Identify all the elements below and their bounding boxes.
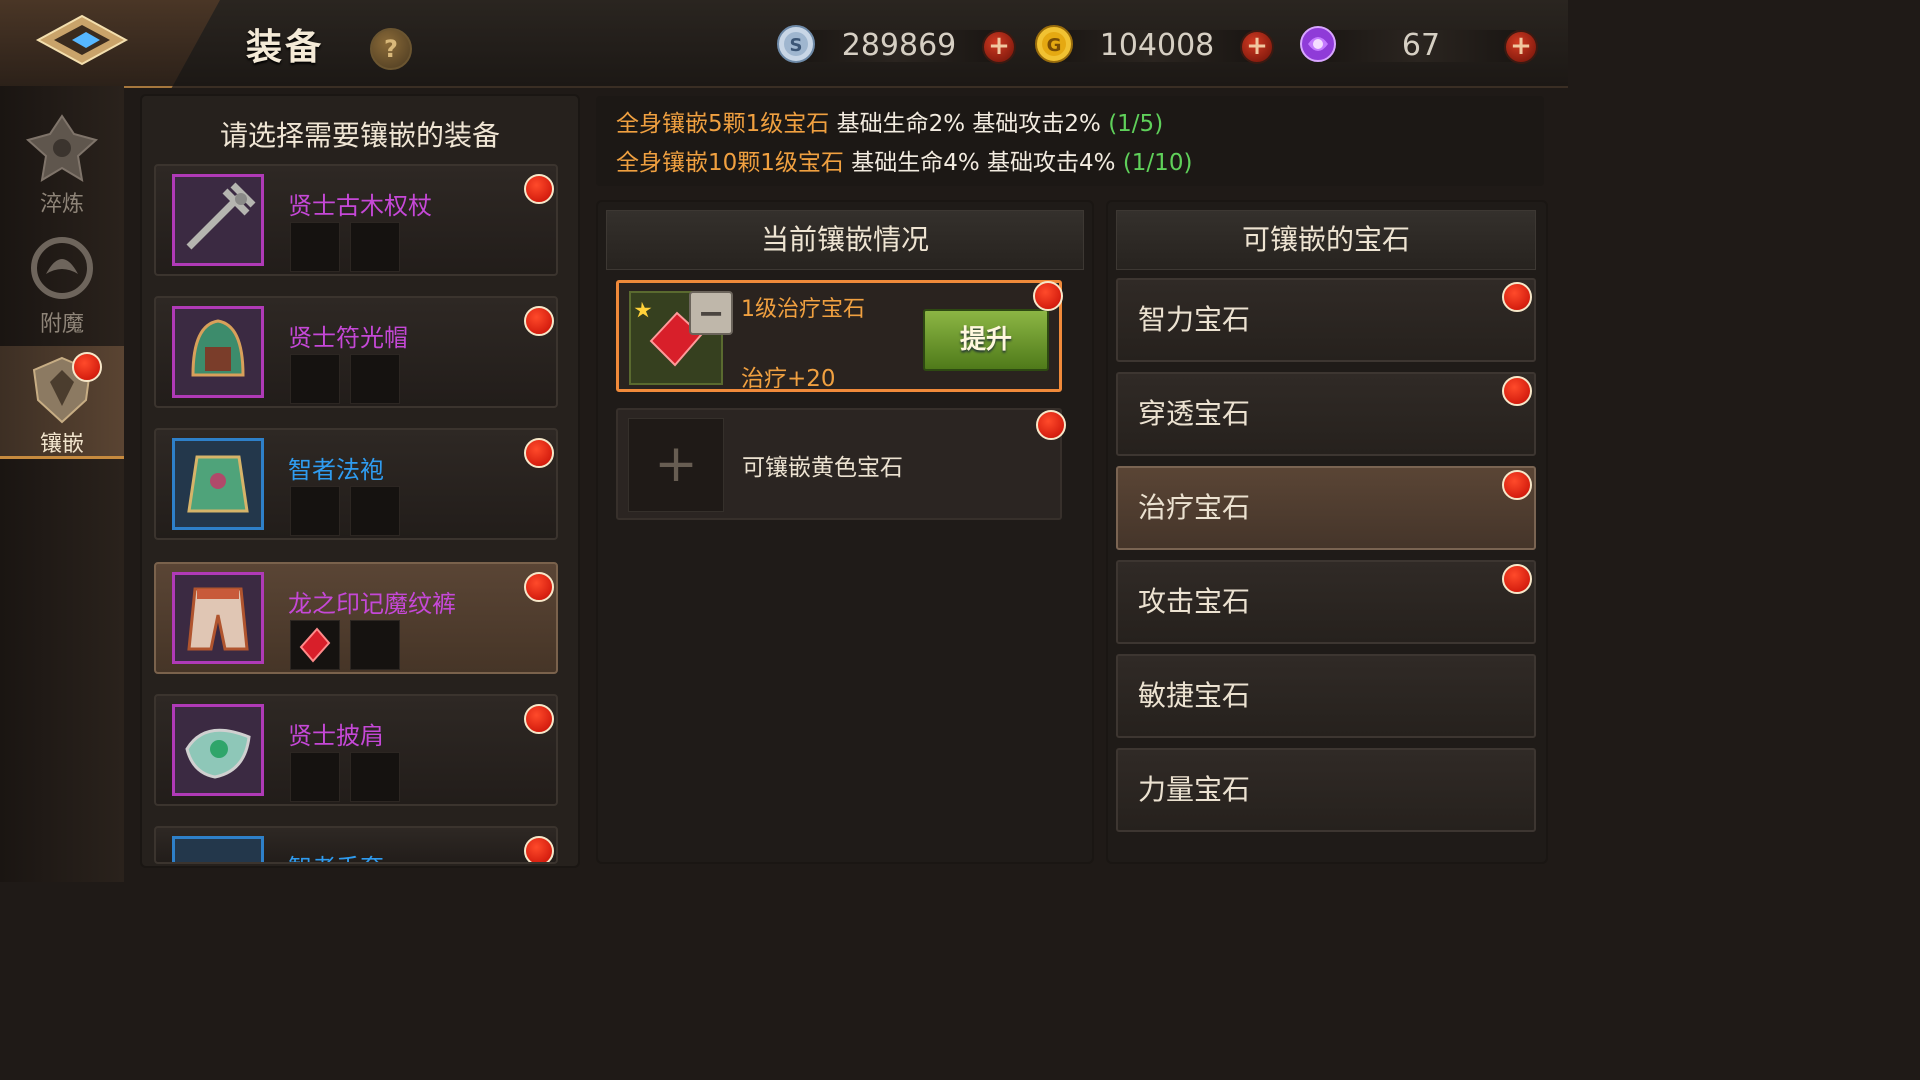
equipment-item-gloves[interactable]: 智者手套 [154, 826, 558, 864]
gold-add-button[interactable]: + [1240, 30, 1274, 64]
svg-text:G: G [1047, 35, 1062, 56]
gem-slot-filled [290, 620, 340, 670]
bonus-line-1: 全身镶嵌5颗1级宝石 基础生命2% 基础攻击2% (1/5) [616, 111, 1164, 137]
top-bar: 装备 ? S 289869 + G 104008 + 67 + [0, 0, 1568, 88]
inlaid-gem-card[interactable]: − 1级治疗宝石 治疗+20 提升 [616, 280, 1063, 392]
equipment-panel-title: 请选择需要镶嵌的装备 [219, 119, 500, 152]
pants-icon [172, 572, 264, 664]
refine-emblem-icon [25, 114, 99, 182]
notification-dot [524, 174, 554, 204]
gold-value: 104008 [1099, 28, 1215, 63]
notification-dot [1036, 410, 1066, 440]
help-button[interactable]: ? [370, 28, 412, 70]
sidebar-label-enchant: 附魔 [39, 312, 84, 337]
gem-slot [350, 354, 400, 404]
notification-dot [1502, 282, 1532, 312]
notification-dot [1033, 281, 1063, 311]
empty-gem-slot-card[interactable]: + 可镶嵌黄色宝石 [616, 408, 1066, 520]
equipment-item-pants[interactable]: 龙之印记魔纹裤 [154, 562, 558, 674]
notification-dot [524, 572, 554, 602]
available-gems-header: 可镶嵌的宝石 [1116, 210, 1536, 270]
page-title: 装备 [246, 27, 325, 68]
red-gem-icon [299, 627, 331, 663]
enchant-dragon-icon [31, 237, 93, 299]
svg-text:S: S [790, 35, 803, 56]
gem-type-healing[interactable]: 治疗宝石 [1116, 466, 1536, 550]
set-bonus-info: 全身镶嵌5颗1级宝石 基础生命2% 基础攻击2% (1/5) 全身镶嵌10颗1级… [596, 96, 1544, 186]
gem-slot [290, 222, 340, 272]
gem-type-penetration[interactable]: 穿透宝石 [1116, 372, 1536, 456]
sidebar: 淬炼 附魔 镶嵌 [0, 86, 124, 882]
sidebar-label-inlay: 镶嵌 [39, 432, 84, 457]
gem-slot [290, 752, 340, 802]
purple-gem-icon [1300, 26, 1336, 62]
available-gems-panel: 可镶嵌的宝石 智力宝石 穿透宝石 治疗宝石 攻击宝石 敏捷宝石 力量宝石 [1106, 200, 1548, 864]
equipment-name: 智者手套 [288, 848, 384, 862]
equipment-name: 贤士符光帽 [288, 324, 408, 352]
sidebar-item-refine[interactable]: 淬炼 [0, 106, 124, 226]
gem-slot [350, 222, 400, 272]
current-inlay-panel: 当前镶嵌情况 − 1级治疗宝石 治疗+20 提升 + 可镶嵌黄色宝石 [596, 200, 1094, 864]
equipment-item-robe[interactable]: 智者法袍 [154, 428, 558, 540]
gem-slot [290, 486, 340, 536]
equipment-item-hat[interactable]: 贤士符光帽 [154, 296, 558, 408]
notification-dot [524, 438, 554, 468]
gem-type-agility[interactable]: 敏捷宝石 [1116, 654, 1536, 738]
bonus-line-2: 全身镶嵌10颗1级宝石 基础生命4% 基础攻击4% (1/10) [616, 150, 1193, 176]
silver-currency: S 289869 + [776, 24, 1018, 68]
notification-dot [1502, 376, 1532, 406]
gem-slot [350, 752, 400, 802]
gem-type-intelligence[interactable]: 智力宝石 [1116, 278, 1536, 362]
empty-slot-label: 可镶嵌黄色宝石 [742, 455, 903, 481]
gem-slot [350, 486, 400, 536]
back-button-area [0, 0, 220, 88]
equipment-item-shoulder[interactable]: 贤士披肩 [154, 694, 558, 806]
gem-slot [290, 354, 340, 404]
sidebar-inlay-notification-dot [72, 352, 102, 382]
equipment-name: 龙之印记魔纹裤 [288, 590, 456, 618]
helmet-icon [172, 306, 264, 398]
equipment-panel: 请选择需要镶嵌的装备 贤士古木权杖 贤士符光帽 智者法袍 龙之印记魔纹裤 贤士披… [140, 94, 580, 868]
back-arrow-icon[interactable] [32, 10, 132, 70]
gold-coin-icon: G [1035, 25, 1073, 63]
inlaid-gem-name: 1级治疗宝石 [741, 297, 865, 322]
notification-dot [524, 704, 554, 734]
add-gem-icon[interactable]: + [628, 418, 724, 512]
gem-slot [350, 620, 400, 670]
notification-dot [524, 306, 554, 336]
inlaid-gem-stat: 治疗+20 [741, 366, 836, 392]
equipment-name: 贤士古木权杖 [288, 192, 432, 220]
notification-dot [1502, 470, 1532, 500]
silver-value: 289869 [841, 28, 957, 63]
gem-currency: 67 + [1298, 24, 1540, 68]
notification-dot [524, 836, 554, 862]
sidebar-item-inlay[interactable]: 镶嵌 [0, 346, 124, 459]
gem-type-attack[interactable]: 攻击宝石 [1116, 560, 1536, 644]
silver-coin-icon: S [777, 25, 815, 63]
current-inlay-header: 当前镶嵌情况 [606, 210, 1084, 270]
robe-icon [172, 438, 264, 530]
gloves-icon [172, 836, 264, 862]
upgrade-button[interactable]: 提升 [923, 309, 1049, 371]
gem-type-strength[interactable]: 力量宝石 [1116, 748, 1536, 832]
gem-add-button[interactable]: + [1504, 30, 1538, 64]
sidebar-label-refine: 淬炼 [39, 192, 84, 217]
remove-gem-button[interactable]: − [689, 291, 733, 335]
gold-currency: G 104008 + [1034, 24, 1276, 68]
notification-dot [1502, 564, 1532, 594]
staff-icon [172, 174, 264, 266]
silver-add-button[interactable]: + [982, 30, 1016, 64]
gem-value: 67 [1401, 28, 1441, 63]
equipment-item-staff[interactable]: 贤士古木权杖 [154, 164, 558, 276]
sidebar-item-enchant[interactable]: 附魔 [0, 226, 124, 346]
equipment-name: 贤士披肩 [288, 722, 384, 750]
equipment-name: 智者法袍 [288, 456, 384, 484]
shoulder-icon [172, 704, 264, 796]
